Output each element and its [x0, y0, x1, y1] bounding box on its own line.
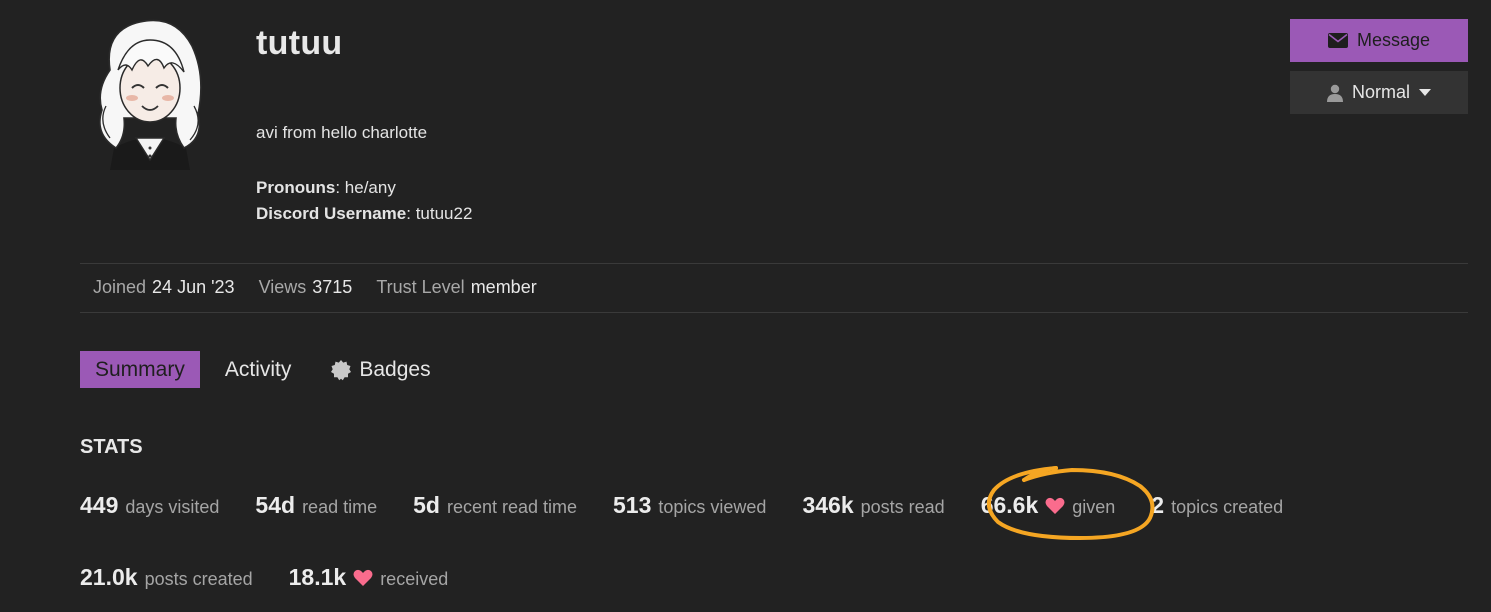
stat-label: days visited	[125, 497, 220, 517]
stat-label: recent read time	[446, 497, 578, 517]
divider	[80, 263, 1468, 264]
divider	[80, 312, 1468, 313]
profile-username: tutuu	[256, 24, 343, 62]
field-value: he/any	[344, 178, 396, 197]
profile-meta: Joined 24 Jun '23 Views 3715 Trust Level me…	[93, 277, 537, 298]
profile-tabs: Summary Activity Badges	[80, 351, 446, 388]
caret-down-icon	[1419, 89, 1431, 96]
stat-label: received	[380, 569, 449, 589]
profile-bio: avi from hello charlotte	[256, 123, 428, 142]
stat-label: read time	[302, 497, 378, 517]
stat-likes-given: 66.6k given	[981, 492, 1116, 519]
profile-field-pronouns: Pronouns: he/any	[256, 178, 396, 198]
badge-certificate-icon	[331, 359, 352, 380]
user-icon	[1326, 84, 1343, 102]
stat-value: 66.6k	[980, 492, 1039, 518]
stat-posts-created: 21.0k posts created	[80, 564, 253, 591]
stat-value: 2	[1151, 492, 1165, 518]
stat-topics-viewed: 513 topics viewed	[613, 492, 766, 519]
heart-icon	[353, 569, 373, 586]
meta-trust: Trust Level member	[376, 277, 536, 298]
field-separator: :	[406, 204, 416, 223]
meta-views-value: 3715	[312, 277, 353, 297]
meta-joined-label: Joined	[93, 277, 147, 297]
field-label: Discord Username	[256, 204, 407, 223]
field-separator: :	[335, 178, 345, 197]
stat-value: 54d	[255, 492, 296, 518]
stat-label: topics created	[1171, 497, 1284, 517]
meta-joined: Joined 24 Jun '23	[93, 277, 235, 298]
envelope-icon	[1327, 33, 1348, 48]
stat-recent-read-time: 5d recent read time	[413, 492, 577, 519]
avatar[interactable]	[80, 10, 220, 170]
tab-badges-label: Badges	[359, 357, 431, 381]
stat-value: 346k	[802, 492, 854, 518]
notification-level-dropdown[interactable]: Normal	[1290, 71, 1468, 114]
stat-value: 18.1k	[288, 564, 347, 590]
meta-views-label: Views	[258, 277, 307, 297]
stats-heading: STATS	[80, 436, 143, 458]
stat-label: posts created	[144, 569, 253, 589]
stat-likes-received: 18.1k received	[289, 564, 449, 591]
tab-activity[interactable]: Activity	[210, 351, 307, 388]
stat-label: topics viewed	[658, 497, 767, 517]
stats-row: 449 days visited 54d read time 5d recent…	[80, 492, 1319, 519]
profile-field-discord: Discord Username: tutuu22	[256, 204, 472, 224]
field-label: Pronouns	[256, 178, 336, 197]
meta-views: Views 3715	[259, 277, 353, 298]
stat-label: given	[1072, 497, 1116, 517]
stat-topics-created: 2 topics created	[1151, 492, 1283, 519]
stat-read-time: 54d read time	[255, 492, 377, 519]
tab-badges[interactable]: Badges	[315, 351, 445, 388]
stat-posts-read: 346k posts read	[802, 492, 944, 519]
heart-icon	[1045, 497, 1065, 514]
stat-value: 21.0k	[80, 564, 138, 590]
message-button[interactable]: Message	[1290, 19, 1468, 62]
meta-trust-label: Trust Level	[376, 277, 465, 297]
avatar-image	[99, 19, 202, 170]
message-button-label: Message	[1356, 30, 1431, 50]
stat-value: 513	[613, 492, 652, 518]
tab-summary[interactable]: Summary	[80, 351, 200, 388]
stat-label: posts read	[860, 497, 945, 517]
meta-joined-value: 24 Jun '23	[152, 277, 235, 297]
notification-level-label: Normal	[1351, 82, 1410, 102]
field-value: tutuu22	[415, 204, 473, 223]
stat-days-visited: 449 days visited	[80, 492, 219, 519]
meta-trust-value[interactable]: member	[471, 277, 537, 297]
stat-value: 449	[80, 492, 119, 518]
stats-row: 21.0k posts created 18.1k received	[80, 564, 484, 591]
stat-value: 5d	[413, 492, 440, 518]
user-profile-page: tutuu avi from hello charlotte Pronouns:…	[0, 0, 1491, 612]
